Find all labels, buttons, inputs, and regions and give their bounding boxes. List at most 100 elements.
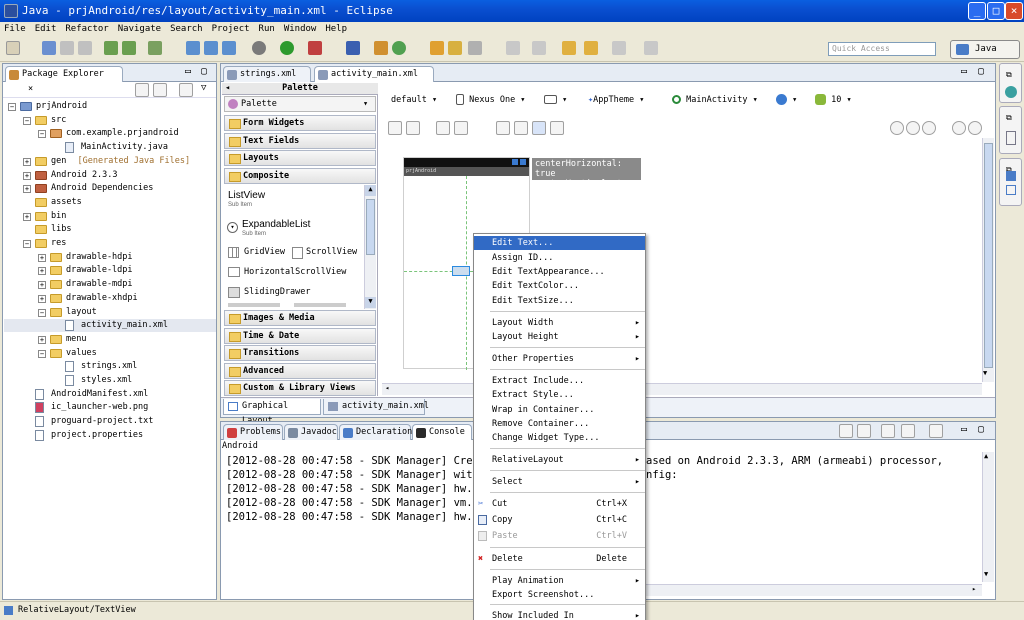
restore-icon[interactable]: ⧉ xyxy=(1006,113,1012,123)
tree-item[interactable]: project.properties xyxy=(4,429,216,442)
maximize-view-icon[interactable]: ▢ xyxy=(978,424,984,435)
scroll-down-icon[interactable]: ▼ xyxy=(983,369,987,377)
menu-window[interactable]: Window xyxy=(284,24,317,34)
scroll-lock-icon[interactable] xyxy=(857,424,871,438)
pin-console-icon[interactable] xyxy=(881,424,895,438)
task-list-icon[interactable] xyxy=(1006,131,1016,145)
minimize-editor-icon[interactable]: ▭ xyxy=(961,66,967,77)
view-menu-icon[interactable]: ▽ xyxy=(201,83,206,93)
expand-icon[interactable]: + xyxy=(23,157,31,166)
menu-item-cut[interactable]: ✂ Cut Ctrl+X xyxy=(474,497,645,511)
tree-item[interactable]: strings.xml xyxy=(4,360,216,373)
tree-item[interactable]: − res xyxy=(4,237,216,250)
palette-category-layouts[interactable]: Layouts xyxy=(224,150,376,166)
collapse-icon[interactable]: − xyxy=(38,349,46,358)
open-folder-icon[interactable] xyxy=(448,41,462,55)
tree-item[interactable]: proguard-project.txt xyxy=(4,415,216,428)
link-editor-icon[interactable] xyxy=(153,83,167,97)
device-dropdown[interactable]: Nexus One ▾ xyxy=(456,93,525,107)
menu-item-edit-textappearance[interactable]: Edit TextAppearance... xyxy=(474,265,645,279)
tab-console[interactable]: Console xyxy=(412,424,472,440)
layout-width-icon[interactable] xyxy=(388,121,402,135)
palette-item-expandable-list[interactable]: ExpandableList xyxy=(242,219,310,230)
next-annotation-icon[interactable] xyxy=(506,41,520,55)
palette-dropdown[interactable]: Palette ▾ xyxy=(224,96,376,112)
collapse-icon[interactable]: − xyxy=(8,103,16,111)
pin-editor-icon[interactable] xyxy=(644,41,658,55)
last-edit-icon[interactable] xyxy=(562,41,576,55)
forward-icon[interactable] xyxy=(612,41,626,55)
print-icon[interactable] xyxy=(78,41,92,55)
theme-dropdown[interactable]: ✦AppTheme ▾ xyxy=(588,93,644,107)
menu-project[interactable]: Project xyxy=(212,24,250,34)
console-scrollbar[interactable]: ▲ ▼ xyxy=(982,452,994,582)
outline-view-icon[interactable] xyxy=(1006,171,1016,181)
palette-item-gridview[interactable]: GridView xyxy=(244,247,285,257)
new-android-test-icon[interactable] xyxy=(222,41,236,55)
tree-item[interactable]: + drawable-ldpi xyxy=(4,264,216,277)
menu-item-play-animation[interactable]: Play Animation ▸ xyxy=(474,574,645,588)
collapse-icon[interactable]: − xyxy=(23,240,31,248)
margins-icon[interactable] xyxy=(436,121,450,135)
new-android-project-icon[interactable] xyxy=(186,41,200,55)
gravity-icon[interactable] xyxy=(454,121,468,135)
tree-item[interactable]: styles.xml xyxy=(4,374,216,387)
expand-icon[interactable]: + xyxy=(38,281,46,290)
tab-activity-main-xml[interactable]: activity_main.xml × xyxy=(314,66,434,94)
align-icon[interactable] xyxy=(496,121,510,135)
menu-search[interactable]: Search xyxy=(170,24,203,34)
debug-icon[interactable] xyxy=(252,41,266,55)
orientation-dropdown[interactable]: ▾ xyxy=(544,93,567,107)
tab-xml-source[interactable]: activity_main.xml xyxy=(323,399,429,415)
avd-manager-icon[interactable] xyxy=(122,41,136,55)
java-perspective-button[interactable]: Java xyxy=(950,40,1020,59)
tree-item[interactable]: − src xyxy=(4,114,216,127)
menu-item-edit-textsize[interactable]: Edit TextSize... xyxy=(474,294,645,308)
scroll-up-icon[interactable]: ▲ xyxy=(984,452,988,460)
tree-item[interactable]: AndroidManifest.xml xyxy=(4,388,216,401)
tab-package-explorer[interactable]: Package Explorer × xyxy=(5,66,123,94)
activity-dropdown[interactable]: MainActivity ▾ xyxy=(672,93,758,107)
palette-item-sliding-drawer[interactable]: SlidingDrawer xyxy=(244,287,311,297)
menu-item-layout-width[interactable]: Layout Width ▸ xyxy=(474,316,645,330)
palette-item-listview[interactable]: ListView xyxy=(228,190,265,201)
menu-item-wrap-container[interactable]: Wrap in Container... xyxy=(474,403,645,417)
menu-item-edit-text[interactable]: Edit Text... xyxy=(474,236,645,250)
expand-icon[interactable]: + xyxy=(23,185,31,194)
close-button[interactable]: × xyxy=(1005,2,1023,20)
collapse-icon[interactable]: − xyxy=(38,130,46,139)
maximize-editor-icon[interactable]: ▢ xyxy=(978,66,984,77)
expand-icon[interactable]: + xyxy=(23,212,31,221)
menu-navigate[interactable]: Navigate xyxy=(118,24,161,34)
outline-icon[interactable] xyxy=(1005,86,1017,98)
focus-icon[interactable] xyxy=(179,83,193,97)
palette-scrollbar[interactable]: ▲ ▼ xyxy=(364,185,376,309)
zoom-100-icon[interactable] xyxy=(922,121,936,135)
scroll-down-icon[interactable]: ▼ xyxy=(365,297,376,308)
canvas-hscrollbar[interactable]: ◂ xyxy=(382,383,982,395)
pin-icon[interactable] xyxy=(468,41,482,55)
tree-item[interactable]: + Android Dependencies xyxy=(4,182,216,195)
tree-item[interactable]: + Android 2.3.3 xyxy=(4,169,216,182)
open-console-icon[interactable] xyxy=(929,424,943,438)
open-task-icon[interactable] xyxy=(430,41,444,55)
palette-category-advanced[interactable]: Advanced xyxy=(224,363,376,379)
tree-item[interactable]: − prjAndroid xyxy=(4,100,216,113)
save-icon[interactable] xyxy=(42,41,56,55)
tab-problems[interactable]: Problems xyxy=(223,424,283,440)
menu-item-edit-textcolor[interactable]: Edit TextColor... xyxy=(474,279,645,293)
console-hscrollbar[interactable]: ▸ xyxy=(646,584,982,596)
collapse-all-icon[interactable] xyxy=(135,83,149,97)
locale-dropdown[interactable]: ▾ xyxy=(776,93,797,107)
palette-category-images-media[interactable]: Images & Media xyxy=(224,310,376,326)
menu-item-extract-include[interactable]: Extract Include... xyxy=(474,374,645,388)
scroll-down-icon[interactable]: ▼ xyxy=(984,570,988,578)
scroll-right-icon[interactable]: ▸ xyxy=(972,585,976,593)
minimize-view-icon[interactable]: ▭ xyxy=(185,66,191,77)
palette-category-composite[interactable]: Composite xyxy=(224,168,376,184)
menu-item-layout-height[interactable]: Layout Height ▸ xyxy=(474,330,645,344)
config-dropdown[interactable]: default ▾ xyxy=(391,93,437,107)
menu-item-show-included-in[interactable]: Show Included In ▸ xyxy=(474,609,645,620)
tree-item[interactable]: libs xyxy=(4,223,216,236)
tree-item[interactable]: − com.example.prjandroid xyxy=(4,127,216,140)
